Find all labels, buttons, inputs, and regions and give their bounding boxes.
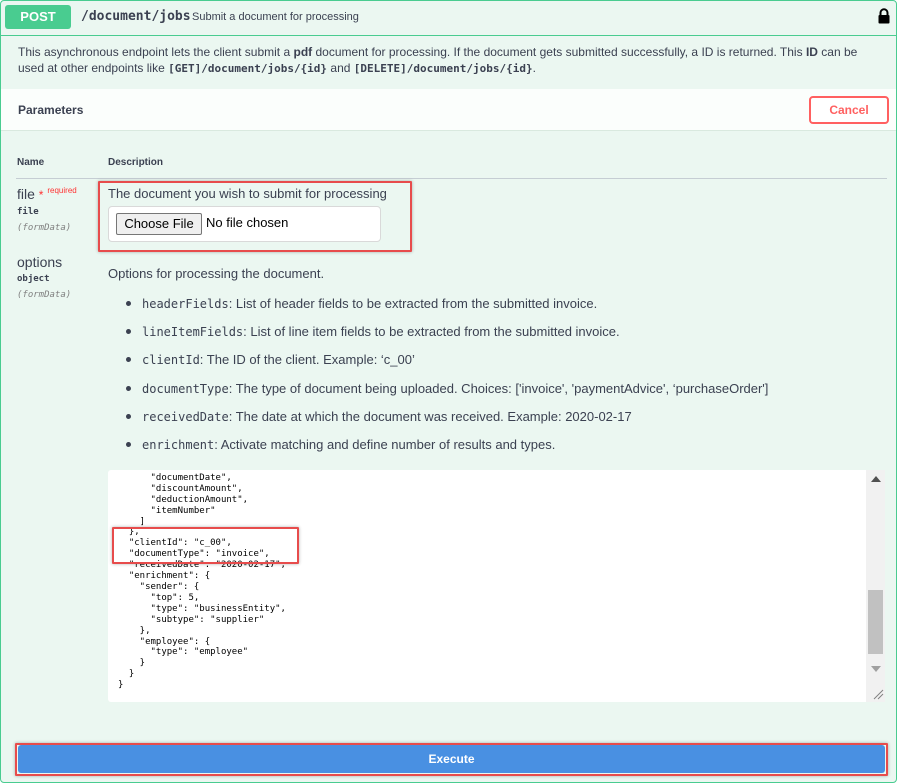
options-json-textarea[interactable]: "documentNumber", "documentDate", "disco… [108,470,885,702]
option-text: : Activate matching and define number of… [214,437,556,452]
scrollbar-up-icon[interactable] [871,476,881,482]
table-divider [16,178,887,179]
column-header-name: Name [17,157,45,168]
description-pdf: pdf [293,45,313,59]
option-key: enrichment [142,438,215,452]
option-text: : List of header fields to be extracted … [228,296,598,311]
list-item: documentType: The type of document being… [126,381,768,396]
description-text: and [327,61,354,75]
description-code: [DELETE]/document/jobs/{id} [353,62,533,75]
parameters-title: Parameters [18,103,84,117]
param-in-file: (formData) [17,223,72,233]
list-item: headerFields: List of header fields to b… [126,296,597,311]
param-type-file: file [17,207,39,217]
param-name-options: options [17,254,63,270]
scrollbar-down-icon[interactable] [871,666,881,672]
resize-grip-icon[interactable] [872,688,884,700]
param-in-options: (formData) [17,290,72,300]
option-key: documentType [142,382,229,396]
option-text: : The ID of the client. Example: ‘c_00’ [199,352,415,367]
option-text: : List of line item fields to be extract… [243,324,620,339]
list-item: clientId: The ID of the client. Example:… [126,352,415,367]
list-item: receivedDate: The date at which the docu… [126,409,632,424]
option-key: clientId [142,353,200,367]
description-code: [GET]/document/jobs/{id} [168,62,328,75]
parameters-header: Parameters [1,89,896,131]
operation-description: This asynchronous endpoint lets the clie… [18,44,883,77]
required-text: required [47,186,77,195]
highlight-file-box [98,181,412,252]
param-name-file: file * required [17,186,77,202]
operation-path: /document/jobs [81,9,191,24]
description-text: This asynchronous endpoint lets the clie… [18,45,294,59]
textarea-scrollbar[interactable] [866,470,885,702]
column-header-description: Description [108,157,164,168]
operation-summary-text: Submit a document for processing [192,11,359,23]
list-item: enrichment: Activate matching and define… [126,437,555,452]
highlight-execute-box [15,743,888,776]
scrollbar-thumb[interactable] [868,590,883,654]
param-type-options: object [17,274,50,284]
option-text: : The date at which the document was rec… [228,409,632,424]
option-key: headerFields [142,297,229,311]
description-text: . [532,61,536,75]
highlight-clientid-box [112,527,299,564]
option-key: lineItemFields [142,325,244,339]
option-text: : The type of document being uploaded. C… [228,381,769,396]
option-key: receivedDate [142,410,229,424]
param-name-text: file [17,186,35,202]
required-mark: * [38,188,44,202]
description-text: document for processing. If the document… [312,45,806,59]
method-badge: POST [5,5,71,29]
description-id: ID [805,45,818,59]
options-description: Options for processing the document. [108,266,325,281]
operation-summary[interactable]: POST /document/jobs Submit a document fo… [1,1,896,36]
list-item: lineItemFields: List of line item fields… [126,324,620,339]
cancel-button[interactable]: Cancel [809,96,889,124]
lock-icon[interactable] [877,8,891,24]
options-json-value: "documentNumber", "documentDate", "disco… [118,470,286,691]
